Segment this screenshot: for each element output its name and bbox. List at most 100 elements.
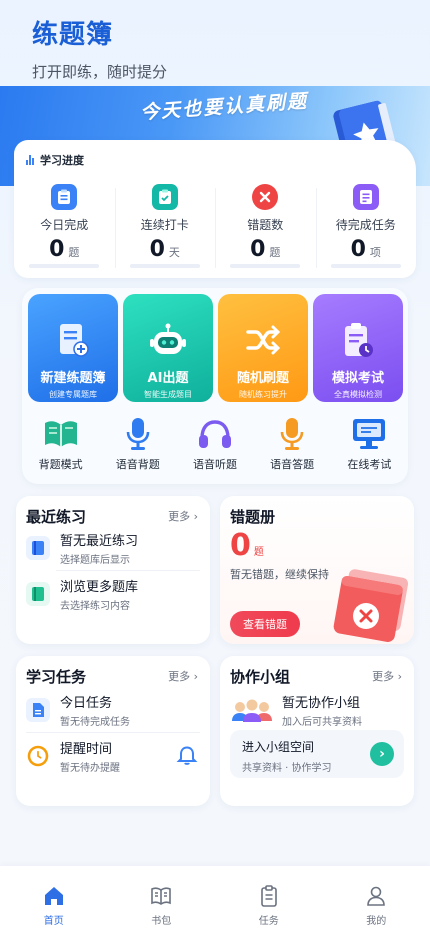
- list-item-title: 浏览更多题库: [60, 580, 139, 595]
- more-link[interactable]: 更多 ›: [372, 668, 402, 684]
- list-item-recent[interactable]: 暂无最近练习 选择题库后显示: [26, 528, 200, 568]
- microphone-orange-icon: [273, 416, 311, 452]
- stat-label: 连续打卡: [140, 218, 189, 232]
- join-subtitle: 共享资料 · 协作学习: [242, 763, 332, 774]
- monitor-icon: [350, 416, 388, 452]
- stat-wrong-count[interactable]: 错题数 0题: [215, 184, 316, 268]
- group-empty-subtitle: 加入后可共享资料: [282, 717, 362, 728]
- more-link[interactable]: 更多 ›: [168, 668, 198, 684]
- robot-icon: [148, 320, 188, 360]
- book-green-icon: [26, 582, 50, 606]
- view-wrong-button[interactable]: 查看错题: [230, 611, 300, 637]
- clock-icon: [26, 744, 50, 768]
- section-title: 错题册: [230, 508, 276, 526]
- wrong-count-value: 0: [230, 528, 251, 563]
- wrong-count: 0 题: [230, 528, 264, 563]
- divider: [56, 570, 200, 571]
- wrong-description: 暂无错题，继续保持: [230, 568, 329, 581]
- stat-unit: 天: [168, 246, 180, 259]
- stat-unit: 题: [269, 246, 281, 259]
- nav-label: 首页: [43, 916, 64, 927]
- stat-underline: [29, 264, 100, 268]
- tile-subtitle: 智能生成题目: [144, 390, 192, 399]
- quick-label: 语音背题: [115, 458, 160, 471]
- stat-value: 0: [250, 237, 266, 262]
- stat-label: 待完成任务: [335, 218, 396, 232]
- new-book-tile[interactable]: 新建练题簿 创建专属题库: [28, 294, 118, 402]
- mock-exam-tile[interactable]: 模拟考试 全真模拟检测: [313, 294, 403, 402]
- list-item-subtitle: 暂无待办提醒: [60, 763, 120, 774]
- document-icon: [26, 698, 50, 722]
- bottom-nav: 首页 书包 任务 我的: [0, 866, 430, 932]
- stat-label: 错题数: [247, 218, 284, 232]
- tile-title: 新建练题簿: [40, 371, 106, 386]
- stat-underline: [230, 264, 301, 268]
- quick-voice-recite[interactable]: 语音背题: [100, 416, 176, 472]
- app-root: 练题簿 打开即练，随时提分 今天也要认真刷题 学习进度 今日完成 0 题 连续打…: [0, 0, 430, 932]
- exam-clipboard-icon: [338, 320, 378, 360]
- join-group-button[interactable]: 进入小组空间 共享资料 · 协作学习 ›: [230, 730, 404, 778]
- people-group-icon: [232, 699, 272, 722]
- stat-checkin[interactable]: 连续打卡 0天: [114, 184, 216, 268]
- stat-unit: 项: [369, 246, 381, 259]
- nav-label: 我的: [366, 916, 387, 927]
- list-item-subtitle: 暂无待完成任务: [60, 717, 130, 728]
- stat-label: 今日完成: [40, 218, 89, 232]
- quick-voice-answer[interactable]: 语音答题: [254, 416, 330, 472]
- tile-title: 模拟考试: [331, 371, 384, 386]
- list-item-subtitle: 去选择练习内容: [60, 601, 130, 612]
- list-item-reminder[interactable]: 提醒时间 暂无待办提醒: [26, 736, 200, 776]
- more-link[interactable]: 更多 ›: [168, 508, 198, 524]
- quick-recite-mode[interactable]: 背题模式: [23, 416, 99, 472]
- bar-chart-icon: [26, 155, 34, 165]
- random-practice-tile[interactable]: 随机刷题 随机练习提升: [218, 294, 308, 402]
- tile-title: 随机刷题: [236, 371, 289, 386]
- study-task-card: 学习任务 更多 › 今日任务 暂无待完成任务 提醒时间 暂无待办提醒: [16, 656, 210, 806]
- group-empty-title: 暂无协作小组: [282, 696, 361, 711]
- shuffle-icon: [243, 320, 283, 360]
- group-empty-state: 暂无协作小组 加入后可共享资料: [230, 692, 362, 728]
- section-title: 协作小组: [230, 668, 291, 686]
- recent-practice-card: 最近练习 更多 › 暂无最近练习 选择题库后显示 浏览更多题库 去选择练习内容: [16, 496, 210, 644]
- nav-task[interactable]: 任务: [215, 866, 323, 932]
- list-item-subtitle: 选择题库后显示: [60, 555, 130, 566]
- checkin-icon: [151, 184, 178, 210]
- wrong-book-card: 错题册 0 题 暂无错题，继续保持 查看错题: [220, 496, 414, 644]
- list-item-title: 暂无最近练习: [60, 534, 139, 549]
- clipboard-icon: [51, 184, 78, 210]
- microphone-icon: [119, 416, 157, 452]
- quick-label: 在线考试: [347, 458, 392, 471]
- list-item-today-task[interactable]: 今日任务 暂无待完成任务: [26, 690, 200, 730]
- nav-bag[interactable]: 书包: [108, 866, 216, 932]
- progress-stats: 今日完成 0题 连续打卡 0天 错题数 0题 待完成任务 0 项: [14, 184, 416, 268]
- tile-subtitle: 随机练习提升: [239, 390, 287, 399]
- stat-today-done[interactable]: 今日完成 0题: [14, 184, 115, 268]
- stat-value: 0: [49, 237, 65, 262]
- divider: [26, 732, 200, 733]
- progress-title: 学习进度: [26, 152, 84, 168]
- bell-icon[interactable]: [176, 744, 198, 766]
- nav-home[interactable]: 首页: [0, 866, 108, 932]
- quick-voice-listen[interactable]: 语音听题: [177, 416, 253, 472]
- quick-label: 语音答题: [270, 458, 315, 471]
- new-book-icon: [53, 320, 93, 360]
- user-icon: [364, 884, 388, 908]
- progress-card: 学习进度 今日完成 0题 连续打卡 0天 错题数 0 题 待完成任务 0 项: [14, 140, 416, 278]
- quick-label: 语音听题: [192, 458, 237, 471]
- chevron-right-icon: ›: [370, 742, 394, 766]
- list-item-browse[interactable]: 浏览更多题库 去选择练习内容: [26, 574, 200, 614]
- wrong-count-unit: 题: [253, 547, 264, 558]
- stat-underline: [330, 264, 401, 268]
- tile-title: AI出题: [147, 371, 189, 386]
- quick-online-exam[interactable]: 在线考试: [331, 416, 407, 472]
- stat-value: 0: [350, 237, 366, 262]
- stat-pending-tasks[interactable]: 待完成任务 0项: [315, 184, 417, 268]
- section-title: 最近练习: [26, 508, 87, 526]
- error-icon: [252, 184, 279, 210]
- book-blue-icon: [26, 536, 50, 560]
- task-list-icon: [352, 184, 379, 210]
- stat-unit: 题: [68, 246, 80, 259]
- collab-group-card: 协作小组 更多 › 暂无协作小组 加入后可共享资料 进入小组空间 共享资料 · …: [220, 656, 414, 806]
- ai-generate-tile[interactable]: AI出题 智能生成题目: [123, 294, 213, 402]
- nav-profile[interactable]: 我的: [323, 866, 430, 932]
